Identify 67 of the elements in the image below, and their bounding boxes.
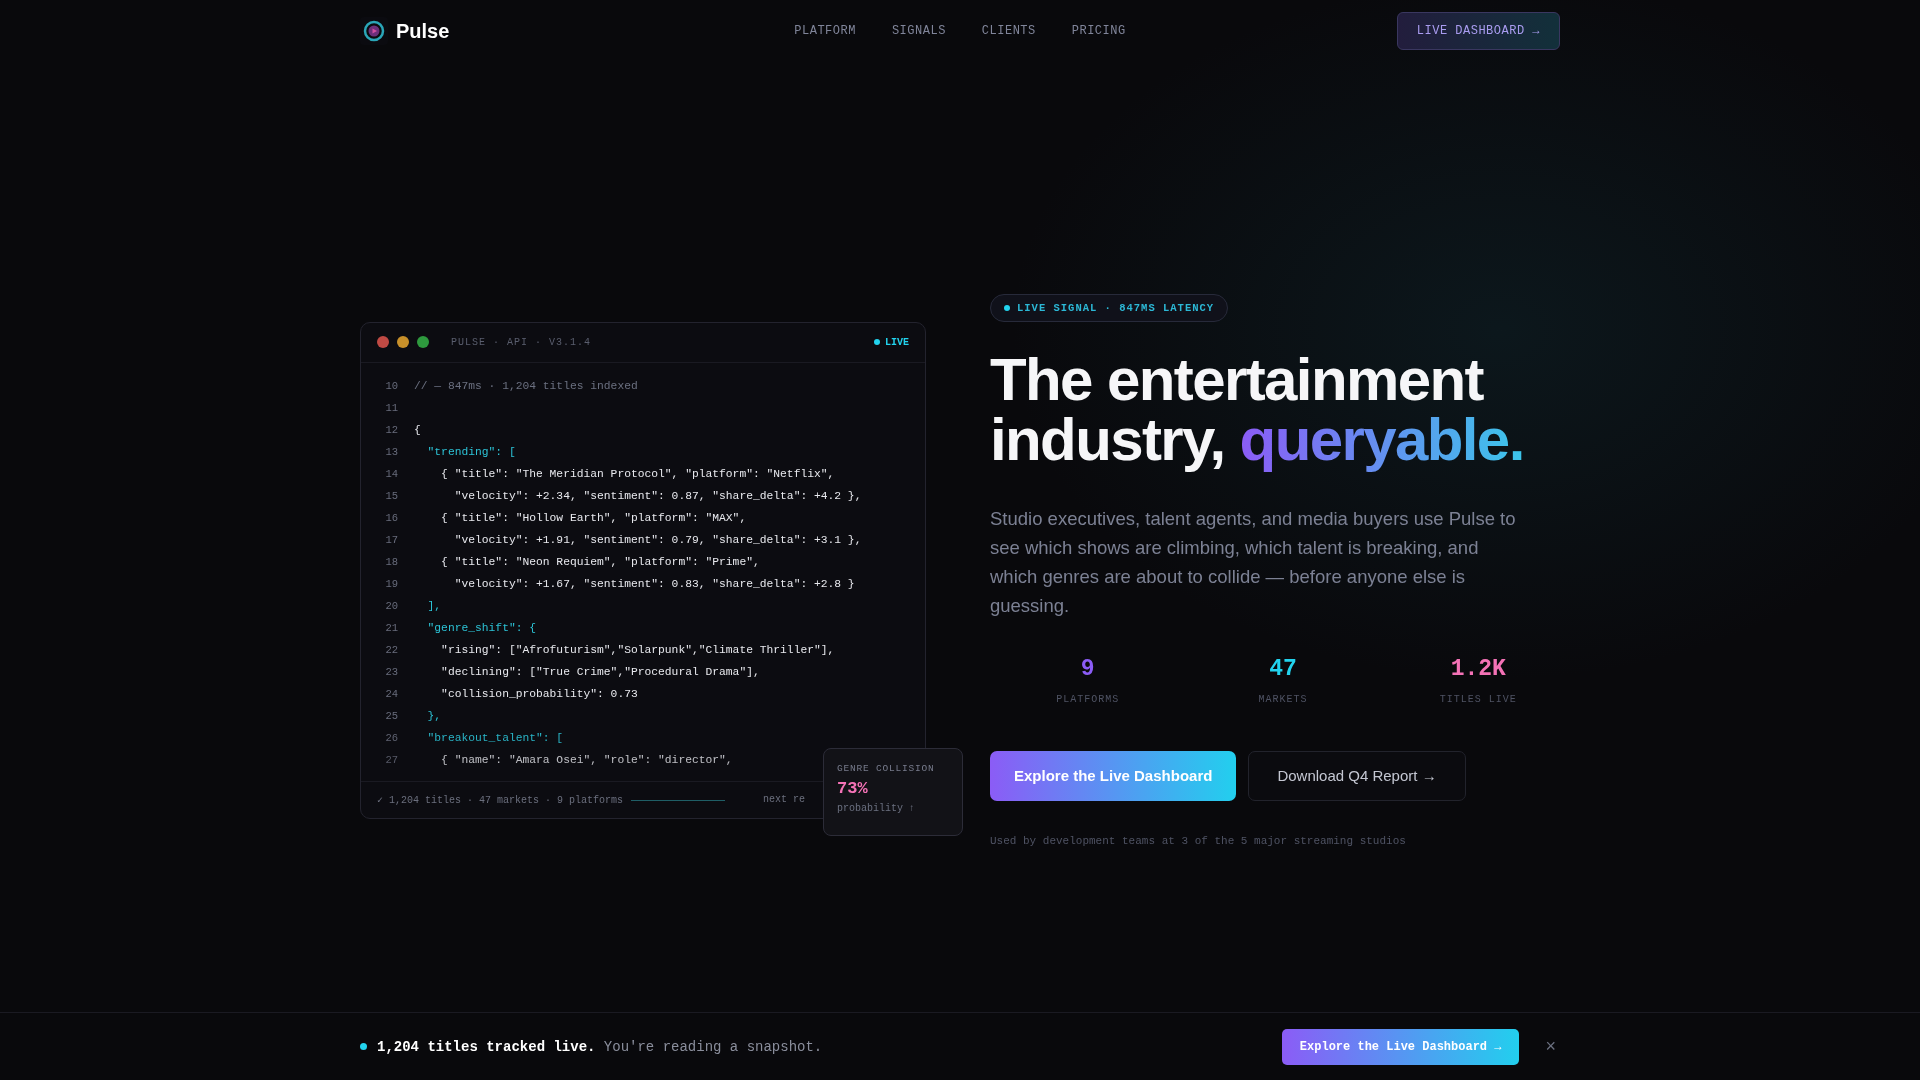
panel-title: PULSE · API · V3.1.4 [451, 336, 593, 348]
maximize-dot-icon[interactable] [417, 336, 429, 348]
line-number: 13 [384, 445, 399, 458]
line-number: 19 [384, 577, 399, 590]
code-line: { "title": "Neon Requiem", "platform": "Prime", [440, 555, 760, 568]
caption: Used by development teams at 3 of the 5 major streaming studios [990, 834, 1406, 847]
minimize-dot-icon[interactable] [397, 336, 409, 348]
stat-value: 9 [1080, 655, 1095, 682]
code-line: "rising": ["Afrofuturism","Solarpunk","Climate Thriller"], [440, 643, 835, 656]
line-number: 20 [384, 599, 399, 612]
line-number: 25 [384, 709, 399, 722]
line-number: 24 [384, 687, 399, 700]
line-number: 11 [384, 401, 399, 414]
code-line: "declining": ["True Crime","Procedural Drama"], [440, 665, 760, 678]
code-line: "velocity": +1.67, "sentiment": 0.83, "share_delta": +2.8 } [453, 577, 855, 590]
bottom-bar-text: 1,204 titles tracked live. You're reading a snapshot. [377, 1038, 824, 1055]
code-line: "collision_probability": 0.73 [440, 687, 638, 700]
code-line: { "name": "Amara Osei", "role": "director", [440, 753, 733, 766]
live-indicator: LIVE [874, 336, 909, 348]
code-line: ], [426, 599, 442, 612]
description: Studio executives, talent agents, and media buyers use Pulse to see which shows are climbing, which talent is breaking, and which genres are about to collide — before anyone else is guessing. [990, 506, 1517, 618]
line-number: 14 [384, 467, 399, 480]
code-line: "trending": [ [426, 445, 516, 458]
code-line: "genre_shift": { [426, 621, 537, 634]
line-number: 12 [384, 423, 399, 436]
close-dot-icon[interactable] [377, 336, 389, 348]
line-number: 27 [384, 753, 399, 766]
brand-name[interactable]: Pulse [396, 19, 450, 43]
line-number: 10 [384, 379, 399, 392]
line-number: 21 [384, 621, 399, 634]
code-line: { [414, 423, 421, 436]
line-number: 22 [384, 643, 399, 656]
code-line: { "title": "Hollow Earth", "platform": "MAX", [440, 511, 747, 524]
stat-label: TITLES LIVE [1439, 693, 1517, 705]
live-dashboard-button[interactable]: LIVE DASHBOARD → [1396, 12, 1560, 50]
card-caption: probability ↑ [837, 802, 916, 814]
panel-footer-note: next re [763, 794, 805, 805]
code-line: // — 847ms · 1,204 titles indexed [414, 379, 638, 392]
code-line: "breakout_talent": [ [426, 731, 564, 744]
explore-dashboard-button[interactable]: Explore the Live Dashboard → [1281, 1028, 1520, 1065]
headline: The entertainment industry, queryable. [990, 349, 1524, 470]
stat-value: 47 [1269, 655, 1297, 682]
line-number: 16 [384, 511, 399, 524]
panel-footer-stats: ✓ 1,204 titles · 47 markets · 9 platforms [377, 793, 624, 806]
line-number: 17 [384, 533, 399, 546]
line-number: 26 [384, 731, 399, 744]
line-number: 18 [384, 555, 399, 568]
card-value: 73% [837, 778, 869, 798]
line-number: 15 [384, 489, 399, 502]
stat-label: MARKETS [1258, 693, 1308, 705]
explore-dashboard-button[interactable]: Explore the Live Dashboard [990, 750, 1237, 801]
status-dot-icon [360, 1043, 367, 1050]
code-line: "velocity": +2.34, "sentiment": 0.87, "share_delta": +4.2 }, [453, 489, 862, 502]
download-report-button[interactable]: Download Q4 Report → [1248, 750, 1466, 801]
close-button[interactable]: × [1541, 1036, 1560, 1057]
nav-link[interactable]: SIGNALS [891, 24, 946, 38]
code-line: "velocity": +1.91, "sentiment": 0.79, "share_delta": +3.1 }, [453, 533, 862, 546]
nav-link[interactable]: PLATFORM [794, 24, 856, 38]
nav-link[interactable]: PRICING [1071, 24, 1126, 38]
stat-label: PLATFORMS [1056, 693, 1120, 705]
code-line: { "title": "The Meridian Protocol", "platform": "Netflix", [440, 467, 835, 480]
line-number: 23 [384, 665, 399, 678]
code-line: }, [426, 709, 442, 722]
stat-value: 1.2K [1450, 655, 1506, 682]
nav-link[interactable]: CLIENTS [981, 24, 1036, 38]
live-signal-badge: LIVE SIGNAL · 847MS LATENCY [990, 293, 1229, 322]
card-label: GENRE COLLISION [837, 762, 936, 774]
